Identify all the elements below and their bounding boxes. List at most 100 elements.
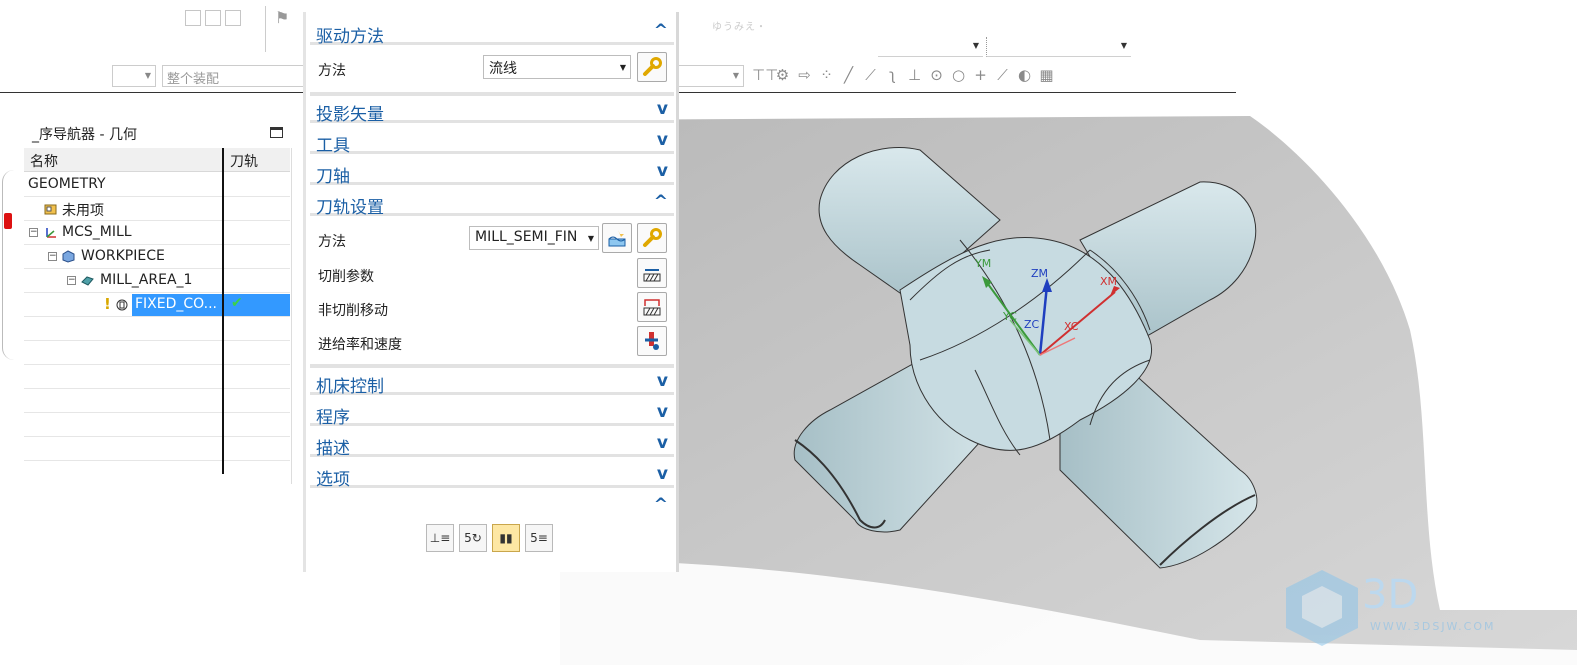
endpoint-snap-icon[interactable]: ⊤⊤	[752, 64, 778, 86]
grid-snap-icon[interactable]: ▦	[1038, 64, 1055, 86]
section-drive-method[interactable]: 驱动方法 ^	[310, 20, 674, 47]
generate-button[interactable]: ⊥≡	[426, 524, 454, 552]
arrow-snap-icon[interactable]: ⇨	[796, 64, 813, 86]
feeds-speeds-label: 进给率和速度	[318, 337, 402, 353]
tree-empty-row	[24, 317, 290, 341]
flag-icon[interactable]: ⚑	[275, 8, 289, 27]
feeds-speeds-row: 进给率和速度	[310, 326, 674, 358]
curve-snap-icon[interactable]: ʅ	[884, 64, 901, 86]
non-cut-moves-row: 非切削移动	[310, 292, 674, 324]
perpendicular-snap-icon[interactable]: ⊥	[906, 64, 923, 86]
section-title: 描述	[316, 439, 350, 459]
collapse-icon[interactable]: −	[48, 252, 57, 261]
section-projection-vector[interactable]: 投影矢量 v	[310, 98, 674, 125]
section-title: 刀轨设置	[316, 198, 384, 218]
center-snap-icon[interactable]: ⊙	[928, 64, 945, 86]
cut-params-row: 切削参数	[310, 258, 674, 290]
generate-icon: ⊥≡	[429, 531, 451, 545]
verify-icon: ▮▮	[499, 531, 513, 545]
section-tool[interactable]: 工具 v	[310, 129, 674, 156]
toolpath-status-check: ✔	[231, 295, 243, 311]
chevron-down-icon[interactable]: v	[657, 130, 668, 150]
chevron-down-icon[interactable]: v	[657, 371, 668, 391]
filter-combo[interactable]: ▼	[112, 65, 156, 87]
action-buttons: ⊥≡ 5↻ ▮▮ 5≡	[426, 524, 553, 552]
section-divider	[310, 92, 674, 96]
chevron-down-icon[interactable]: v	[657, 464, 668, 484]
tree-node-unused[interactable]: 未用项	[24, 197, 290, 221]
edit-method-button[interactable]	[637, 223, 667, 253]
chevron-down-icon[interactable]: v	[657, 402, 668, 422]
section-tool-axis[interactable]: 刀轴 v	[310, 160, 674, 187]
tangent-snap-icon[interactable]: ⟋	[994, 64, 1011, 86]
snap-toolbar: ⊤⊤ ⚙ ⇨ ⁘ ╱ ⟋ ʅ ⊥ ⊙ ○ + ⟋ ◐ ▦	[752, 64, 1055, 86]
section-actions[interactable]: ^	[310, 494, 674, 519]
drive-method-value: 流线	[489, 61, 517, 77]
line-snap-icon[interactable]: ╱	[840, 64, 857, 86]
faded-toolbar-label: ゆうみえ・	[712, 22, 767, 33]
chevron-down-icon[interactable]: v	[657, 433, 668, 453]
tree-node-label: 未用项	[62, 203, 104, 219]
path-method-select[interactable]: MILL_SEMI_FIN ▼	[469, 226, 599, 250]
csys-label-ym: YM	[974, 257, 991, 270]
cut-params-icon	[643, 269, 661, 282]
cross-snap-icon[interactable]: +	[972, 64, 989, 86]
face-snap-icon[interactable]: ◐	[1016, 64, 1033, 86]
warning-icon: !	[104, 295, 111, 313]
collapse-icon[interactable]: −	[67, 276, 76, 285]
snap-combo[interactable]: ▼	[678, 65, 744, 87]
red-marker	[4, 213, 12, 229]
section-title: 机床控制	[316, 377, 384, 397]
list-button[interactable]: 5≡	[525, 524, 553, 552]
csys-label-xm: XM	[1100, 275, 1117, 288]
chevron-down-icon: ▼	[144, 71, 151, 80]
column-header-toolpath[interactable]: 刀轨	[230, 151, 258, 171]
drive-method-select[interactable]: 流线 ▼	[483, 55, 631, 79]
chevron-up-icon[interactable]: ^	[654, 495, 668, 515]
tree-node-fixed-contour[interactable]: ! FIXED_CO... ✔	[24, 293, 290, 317]
section-path-settings[interactable]: 刀轨设置 ^	[310, 191, 674, 218]
chevron-down-icon[interactable]: v	[657, 99, 668, 119]
top-combo-2[interactable]: ▼	[986, 37, 1131, 57]
chevron-up-icon[interactable]: ^	[654, 21, 668, 41]
tree-node-geometry[interactable]: GEOMETRY	[24, 173, 290, 197]
collapse-icon[interactable]: −	[29, 228, 38, 237]
toolbar-icons-group[interactable]	[185, 10, 241, 26]
verify-button[interactable]: ▮▮	[492, 524, 520, 552]
csys-label-yc: YC	[1002, 310, 1017, 323]
table-icon[interactable]	[225, 10, 241, 26]
tree-node-mill-area[interactable]: − MILL_AREA_1	[24, 269, 290, 293]
non-cut-moves-button[interactable]	[637, 292, 667, 322]
path-method-label: 方法	[318, 234, 346, 250]
watermark-logo	[1286, 570, 1358, 646]
section-options[interactable]: 选项 v	[310, 463, 674, 490]
section-machine-control[interactable]: 机床控制 v	[310, 370, 674, 397]
edit-drive-button[interactable]	[637, 52, 667, 82]
maximize-icon[interactable]	[270, 127, 283, 138]
cut-params-button[interactable]	[637, 258, 667, 288]
column-header-name[interactable]: 名称	[30, 151, 58, 171]
line2-snap-icon[interactable]: ⟋	[862, 64, 879, 86]
list-icon[interactable]	[185, 10, 201, 26]
settings-snap-icon[interactable]: ⚙	[774, 64, 791, 86]
feeds-speeds-button[interactable]	[637, 326, 667, 356]
new-method-button[interactable]	[602, 223, 632, 253]
section-program[interactable]: 程序 v	[310, 401, 674, 428]
tree-empty-row	[24, 389, 290, 413]
replay-button[interactable]: 5↻	[459, 524, 487, 552]
chevron-up-icon[interactable]: ^	[654, 192, 668, 212]
section-title: 工具	[316, 136, 350, 156]
top-combo-1[interactable]: ▼	[878, 37, 983, 57]
toolbar-divider	[265, 6, 266, 52]
assembly-scope-combo[interactable]: 整个装配	[162, 65, 304, 87]
tree-node-workpiece[interactable]: − WORKPIECE	[24, 245, 290, 269]
section-description[interactable]: 描述 v	[310, 432, 674, 459]
path-method-value: MILL_SEMI_FIN	[475, 229, 578, 245]
csys-triad: YM ZM XM YC ZC XC	[974, 257, 1120, 356]
tree-empty-row	[24, 437, 290, 461]
grid-icon[interactable]	[205, 10, 221, 26]
point-snap-icon[interactable]: ⁘	[818, 64, 835, 86]
circle-snap-icon[interactable]: ○	[950, 64, 967, 86]
tree-node-mcs-mill[interactable]: − MCS_MILL	[24, 221, 290, 245]
chevron-down-icon[interactable]: v	[657, 161, 668, 181]
